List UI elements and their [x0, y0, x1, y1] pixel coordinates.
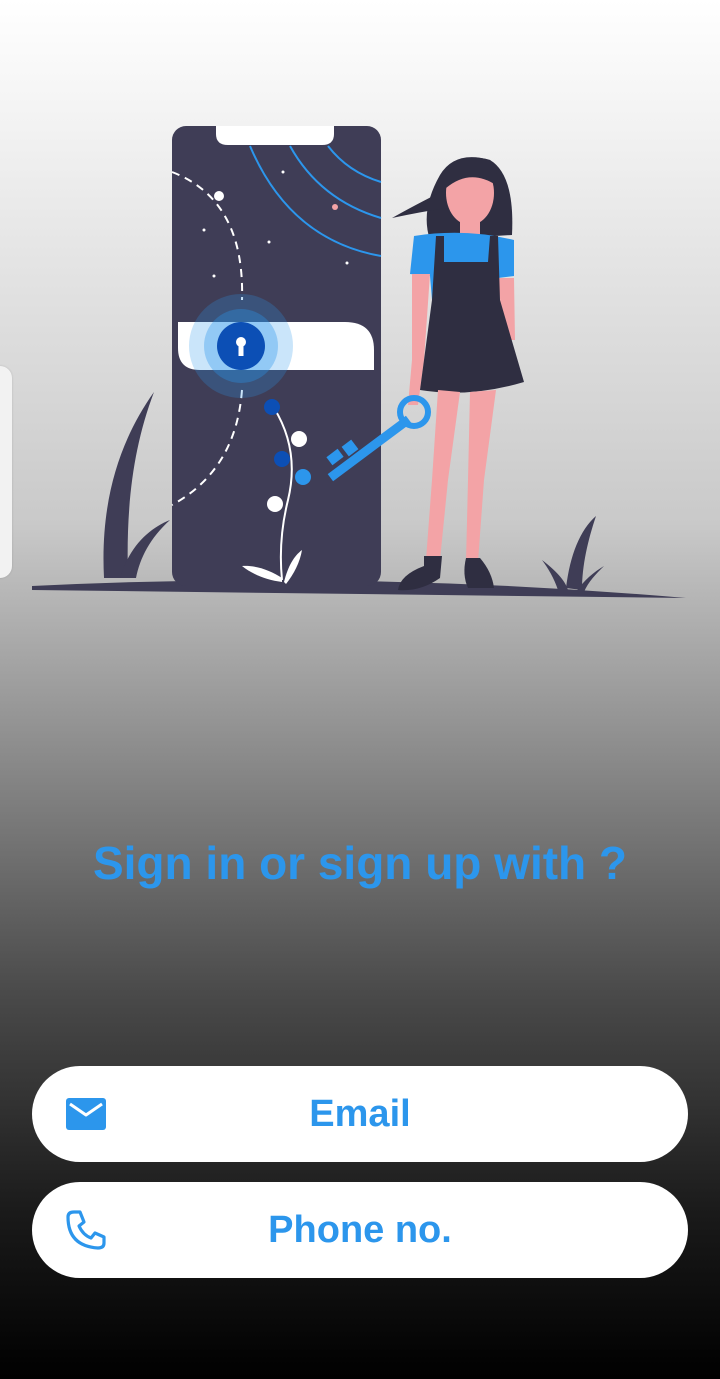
plant-left	[103, 392, 154, 578]
sign-in-prompt: Sign in or sign up with ?	[92, 837, 628, 889]
phone-sign-in-button[interactable]: Phone no.	[32, 1182, 688, 1278]
phone-button-label: Phone no.	[268, 1209, 452, 1251]
secure-login-illustration	[32, 126, 686, 598]
email-sign-in-button[interactable]: Email	[32, 1066, 688, 1162]
phone-notch	[216, 126, 334, 145]
email-button-label: Email	[309, 1093, 411, 1135]
